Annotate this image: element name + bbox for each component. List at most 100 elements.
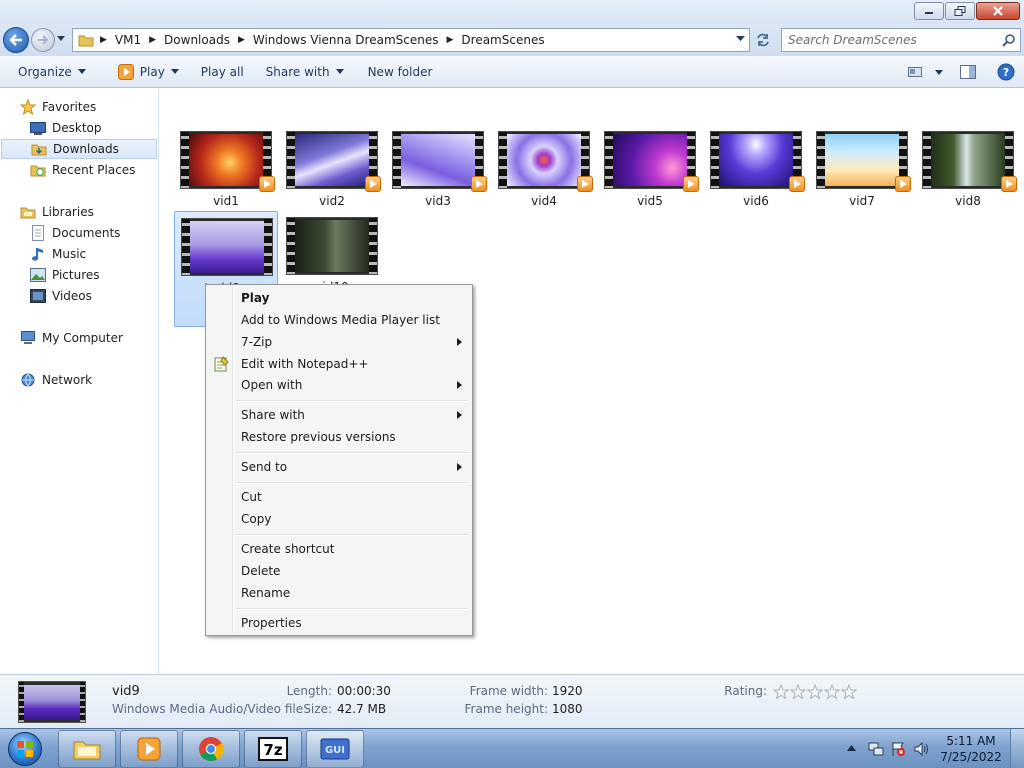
menu-item-add-to-wmp-list[interactable]: Add to Windows Media Player list bbox=[208, 309, 470, 331]
show-desktop-button[interactable] bbox=[1010, 729, 1024, 768]
file-name: vid3 bbox=[425, 194, 451, 208]
menu-item-cut[interactable]: Cut bbox=[208, 486, 470, 508]
nav-my-computer[interactable]: My Computer bbox=[0, 328, 158, 348]
system-clock[interactable]: 5:11 AM 7/25/2022 bbox=[940, 733, 1002, 765]
menu-item-open-with[interactable]: Open with bbox=[208, 374, 470, 396]
video-thumbnail bbox=[180, 131, 275, 192]
restore-icon bbox=[954, 6, 966, 16]
refresh-button[interactable] bbox=[752, 30, 774, 50]
file-item-vid6[interactable]: vid6 bbox=[704, 125, 808, 241]
nav-videos[interactable]: Videos bbox=[0, 286, 158, 306]
video-thumbnail bbox=[498, 131, 593, 192]
view-options-icon bbox=[908, 67, 922, 77]
notepadpp-icon bbox=[214, 356, 229, 372]
menu-item-7zip[interactable]: 7-Zip bbox=[208, 331, 470, 353]
nav-network[interactable]: Network bbox=[0, 370, 158, 390]
file-item-vid3[interactable]: vid3 bbox=[386, 125, 490, 241]
menu-item-copy[interactable]: Copy bbox=[208, 508, 470, 530]
view-dropdown-button[interactable] bbox=[930, 56, 948, 88]
breadcrumb-separator-icon[interactable]: ▶ bbox=[446, 35, 453, 45]
file-name: vid4 bbox=[531, 194, 557, 208]
organize-button[interactable]: Organize bbox=[9, 56, 95, 87]
video-thumbnail bbox=[392, 131, 487, 192]
submenu-arrow-icon bbox=[457, 411, 462, 419]
start-button[interactable] bbox=[4, 731, 46, 767]
breadcrumb: ▶ VM1 ▶ Downloads ▶ Windows Vienna Dream… bbox=[100, 29, 553, 51]
taskbar-explorer[interactable] bbox=[58, 730, 116, 768]
menu-item-play[interactable]: Play bbox=[208, 287, 470, 309]
network-status-icon[interactable] bbox=[868, 741, 884, 757]
nav-favorites[interactable]: Favorites bbox=[0, 97, 158, 117]
search-input[interactable] bbox=[788, 29, 998, 51]
menu-item-delete[interactable]: Delete bbox=[208, 560, 470, 582]
star-empty-icon[interactable] bbox=[824, 684, 840, 699]
taskbar-7zip[interactable]: 7z bbox=[244, 730, 302, 768]
breadcrumb-item-dreamscenes[interactable]: DreamScenes bbox=[461, 33, 544, 47]
file-name: vid1 bbox=[213, 194, 239, 208]
search-icon[interactable] bbox=[1002, 33, 1016, 47]
action-center-icon[interactable] bbox=[890, 741, 906, 757]
menu-separator bbox=[236, 482, 468, 484]
star-empty-icon[interactable] bbox=[773, 684, 789, 699]
menu-item-rename[interactable]: Rename bbox=[208, 582, 470, 604]
address-history-dropdown-icon[interactable] bbox=[736, 36, 745, 42]
recent-pages-dropdown-icon[interactable] bbox=[57, 36, 65, 42]
breadcrumb-item-vm1[interactable]: VM1 bbox=[115, 33, 141, 47]
taskbar-chrome[interactable] bbox=[182, 730, 240, 768]
restore-button[interactable] bbox=[945, 2, 975, 20]
breadcrumb-item-downloads[interactable]: Downloads bbox=[164, 33, 230, 47]
menu-item-label: Send to bbox=[241, 460, 288, 474]
rating-stars[interactable] bbox=[773, 684, 857, 699]
file-item-vid8[interactable]: vid8 bbox=[916, 125, 1020, 241]
menu-item-send-to[interactable]: Send to bbox=[208, 456, 470, 478]
breadcrumb-separator-icon[interactable]: ▶ bbox=[238, 35, 245, 45]
menu-item-properties[interactable]: Properties bbox=[208, 612, 470, 634]
play-all-button[interactable]: Play all bbox=[192, 56, 253, 87]
volume-icon[interactable] bbox=[913, 741, 929, 757]
menu-item-create-shortcut[interactable]: Create shortcut bbox=[208, 538, 470, 560]
star-empty-icon[interactable] bbox=[807, 684, 823, 699]
address-row: ▶ VM1 ▶ Downloads ▶ Windows Vienna Dream… bbox=[0, 24, 1024, 56]
folder-icon bbox=[73, 741, 101, 760]
windows-logo-icon bbox=[8, 732, 42, 766]
share-with-button[interactable]: Share with bbox=[257, 56, 353, 87]
nav-downloads[interactable]: Downloads bbox=[1, 139, 157, 159]
star-empty-icon[interactable] bbox=[790, 684, 806, 699]
play-button[interactable]: Play bbox=[109, 56, 188, 87]
menu-item-restore-previous-versions[interactable]: Restore previous versions bbox=[208, 426, 470, 448]
file-item-vid7[interactable]: vid7 bbox=[810, 125, 914, 241]
menu-item-share-with[interactable]: Share with bbox=[208, 404, 470, 426]
file-item-vid5[interactable]: vid5 bbox=[598, 125, 702, 241]
search-box[interactable] bbox=[781, 28, 1021, 52]
forward-button[interactable] bbox=[31, 28, 55, 52]
file-item-vid4[interactable]: vid4 bbox=[492, 125, 596, 241]
new-folder-button[interactable]: New folder bbox=[359, 56, 442, 87]
help-icon: ? bbox=[997, 63, 1015, 81]
details-rating-label: Rating: bbox=[724, 684, 767, 698]
video-thumbnail bbox=[922, 131, 1017, 192]
media-play-icon bbox=[117, 63, 134, 80]
change-view-button[interactable] bbox=[900, 56, 930, 88]
menu-item-edit-with-notepadpp[interactable]: Edit with Notepad++ bbox=[208, 353, 470, 375]
preview-pane-button[interactable] bbox=[948, 56, 988, 88]
details-length-label: Length: bbox=[286, 684, 332, 698]
star-empty-icon[interactable] bbox=[841, 684, 857, 699]
show-hidden-icons-icon[interactable] bbox=[847, 745, 856, 751]
nav-desktop[interactable]: Desktop bbox=[0, 118, 158, 138]
breadcrumb-item-vienna[interactable]: Windows Vienna DreamScenes bbox=[253, 33, 439, 47]
nav-libraries[interactable]: Libraries bbox=[0, 202, 158, 222]
nav-recent-places[interactable]: Recent Places bbox=[0, 160, 158, 180]
help-button[interactable]: ? bbox=[988, 56, 1024, 88]
nav-documents[interactable]: Documents bbox=[0, 223, 158, 243]
taskbar-media-player[interactable] bbox=[120, 730, 178, 768]
nav-music[interactable]: Music bbox=[0, 244, 158, 264]
back-button[interactable] bbox=[3, 27, 29, 53]
breadcrumb-separator-icon[interactable]: ▶ bbox=[149, 35, 156, 45]
minimize-button[interactable] bbox=[914, 2, 944, 20]
taskbar-gui-app[interactable]: GUI bbox=[306, 730, 364, 768]
close-button[interactable] bbox=[976, 2, 1020, 20]
nav-desktop-label: Desktop bbox=[52, 121, 102, 135]
nav-pictures[interactable]: Pictures bbox=[0, 265, 158, 285]
address-bar[interactable]: ▶ VM1 ▶ Downloads ▶ Windows Vienna Dream… bbox=[72, 28, 750, 52]
close-icon bbox=[993, 6, 1003, 16]
